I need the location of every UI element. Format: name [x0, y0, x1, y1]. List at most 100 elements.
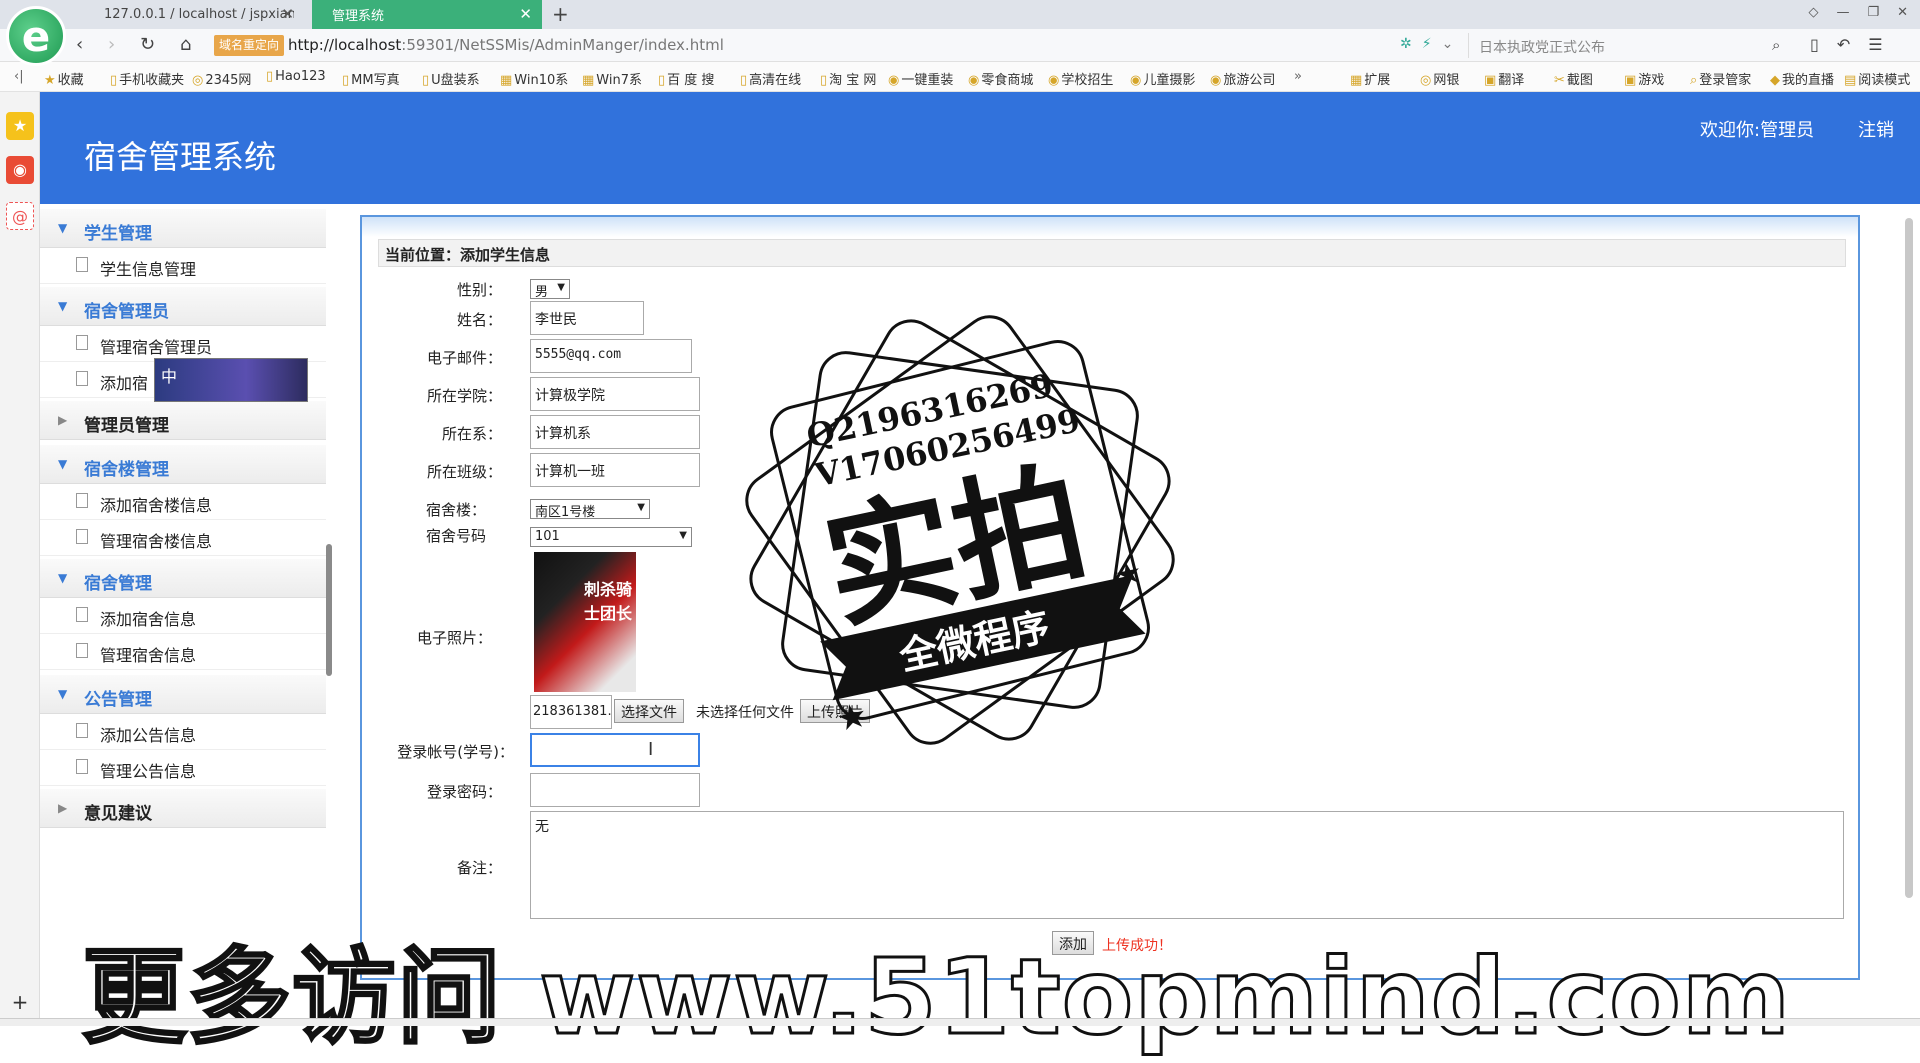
sidebar-group-student[interactable]: ▼ 学生管理	[40, 208, 326, 248]
sidebar-item-add-building[interactable]: 添加宿舍楼信息	[40, 484, 326, 520]
bookmark-item[interactable]: ▣ 翻译	[1484, 69, 1524, 88]
refresh-icon[interactable]: ↻	[140, 34, 155, 55]
gender-select[interactable]: 男 ▼	[530, 279, 570, 300]
remark-textarea[interactable]: 无	[530, 811, 1844, 919]
welcome-text: 欢迎你:管理员	[1700, 120, 1815, 141]
department-label: 所在系：	[441, 425, 502, 443]
bookmark-item[interactable]: ▦ 扩展	[1350, 69, 1390, 88]
sidebar-scrollbar[interactable]	[326, 544, 332, 676]
add-icon[interactable]: +	[6, 988, 34, 1016]
close-icon[interactable]: ✕	[281, 5, 294, 23]
lightning-icon[interactable]: ⚡	[1422, 36, 1432, 52]
search-input[interactable]: 日本执政党正式公布	[1468, 33, 1792, 58]
room-label: 宿舍号码	[425, 527, 486, 545]
bookmark-item[interactable]: ◉ 学校招生	[1048, 69, 1113, 88]
bookmark-item[interactable]: ✂ 截图	[1554, 69, 1593, 88]
sidebar-item-manage-dorm-admin[interactable]: 管理宿舍管理员	[40, 326, 326, 362]
bookmark-item[interactable]: ▯ 高清在线	[740, 69, 801, 88]
scrollbar-thumb[interactable]	[1905, 218, 1913, 898]
room-select[interactable]: 101 ▼	[530, 527, 692, 547]
bookmark-item[interactable]: ▦ Win10系	[500, 69, 568, 88]
bookmark-item[interactable]: ◉ 旅游公司	[1210, 69, 1275, 88]
skin-icon[interactable]: ◇	[1808, 5, 1818, 20]
account-field[interactable]	[530, 733, 700, 767]
bookmark-item[interactable]: ▤ 阅读模式	[1844, 69, 1910, 88]
security-icon[interactable]: ✲	[1400, 36, 1412, 52]
more-bookmarks-icon[interactable]: »	[1294, 69, 1302, 84]
new-tab-icon[interactable]: +	[552, 2, 569, 26]
bookmark-item[interactable]: ▦ Win7系	[582, 69, 642, 88]
bookmark-item[interactable]: ◎ 2345网	[192, 69, 251, 88]
chevron-down-icon: ▼	[58, 571, 68, 585]
search-icon[interactable]: ⌕	[1772, 36, 1780, 54]
sidebar-group-admin[interactable]: ▶ 管理员管理	[40, 400, 326, 440]
college-field[interactable]: 计算极学院	[530, 377, 700, 411]
sidebar-item-add-notice[interactable]: 添加公告信息	[40, 714, 326, 750]
close-icon[interactable]: ✕	[519, 5, 532, 23]
sidebar-item-label: 添加宿舍楼信息	[100, 496, 213, 515]
collapse-icon[interactable]: ‹|	[14, 69, 24, 84]
bookmark-item[interactable]: ◆ 我的直播	[1770, 69, 1834, 88]
photo-caption: 刺杀骑士团长	[584, 580, 633, 623]
forward-icon[interactable]: ›	[108, 34, 115, 55]
bookmark-item[interactable]: ★ 收藏	[44, 69, 84, 88]
building-select[interactable]: 南区1号楼 ▼	[530, 499, 650, 520]
photo-label: 电子照片：	[416, 629, 492, 647]
sidebar-item-manage-notice[interactable]: 管理公告信息	[40, 750, 326, 786]
star-icon[interactable]: ★	[6, 112, 34, 140]
bookmark-item[interactable]: ▯ MM写真	[342, 69, 400, 88]
sidebar-item-add-dorm[interactable]: 添加宿舍信息	[40, 598, 326, 634]
sidebar-group-building[interactable]: ▼ 宿舍楼管理	[40, 444, 326, 484]
sidebar-group-label: 宿舍楼管理	[84, 460, 169, 480]
sidebar-item-manage-building[interactable]: 管理宿舍楼信息	[40, 520, 326, 556]
logout-link[interactable]: 注销	[1858, 116, 1894, 142]
department-field[interactable]: 计算机系	[530, 415, 700, 449]
bookmark-item[interactable]: ▯ U盘装系	[422, 69, 480, 88]
sidebar-group-feedback[interactable]: ▶ 意见建议	[40, 788, 326, 828]
document-icon	[76, 371, 88, 386]
sidebar-item-manage-dorm[interactable]: 管理宿舍信息	[40, 634, 326, 670]
bookmark-item[interactable]: ◎ 网银	[1420, 69, 1459, 88]
bookmark-item[interactable]: ◉ 一键重装	[888, 69, 953, 88]
redirect-badge[interactable]: 域名重定向	[214, 35, 285, 56]
bookmark-item[interactable]: ▯ 淘 宝 网	[820, 69, 876, 88]
menu-icon[interactable]: ☰	[1868, 35, 1882, 54]
bookmark-item[interactable]: ⌕ 登录管家	[1690, 69, 1751, 88]
sidebar-item-student-info[interactable]: 学生信息管理	[40, 248, 326, 284]
bookmark-item[interactable]: ▣ 游戏	[1624, 69, 1664, 88]
password-label: 登录密码：	[426, 783, 502, 801]
browser-tab-active[interactable]: 管理系统 ✕	[312, 0, 542, 29]
sidebar-item-label: 添加公告信息	[100, 726, 197, 745]
sidebar-group-dorm-admin[interactable]: ▼ 宿舍管理员	[40, 286, 326, 326]
window-controls: ◇ — ❐ ✕	[1808, 5, 1908, 20]
password-field[interactable]	[530, 773, 700, 807]
chevron-down-icon[interactable]: ⌄	[1442, 36, 1454, 52]
sidebar-group-dorm[interactable]: ▼ 宿舍管理	[40, 558, 326, 598]
weibo-icon[interactable]: ◉	[6, 156, 34, 184]
name-field[interactable]: 李世民	[530, 301, 644, 335]
bookmark-item[interactable]: ▯ 手机收藏夹	[110, 69, 184, 88]
document-icon	[76, 529, 88, 544]
close-window-icon[interactable]: ✕	[1897, 5, 1908, 20]
browser-tab[interactable]: 127.0.0.1 / localhost / jspxian ✕	[84, 0, 304, 29]
undo-icon[interactable]: ↶	[1837, 35, 1850, 54]
sidebar-group-notice[interactable]: ▼ 公告管理	[40, 674, 326, 714]
bookmark-item[interactable]: ▯ 百 度 搜	[658, 69, 714, 88]
url-field[interactable]: http://localhost:59301/NetSSMis/AdminMan…	[288, 36, 724, 54]
class-field[interactable]: 计算机一班	[530, 453, 700, 487]
page-scrollbar[interactable]	[1902, 208, 1916, 908]
photo-filename-field[interactable]: 218361381.	[530, 695, 612, 729]
bookmark-item[interactable]: ◉ 零食商城	[968, 69, 1033, 88]
bookmark-icon[interactable]: ▯	[1810, 35, 1819, 54]
email-field[interactable]: 5555@qq.com	[530, 339, 692, 373]
minimize-icon[interactable]: —	[1836, 5, 1849, 20]
mail-icon[interactable]: @	[6, 202, 34, 230]
restore-icon[interactable]: ❐	[1867, 5, 1879, 20]
bookmark-item[interactable]: ▯ Hao123	[266, 69, 326, 84]
college-label: 所在学院：	[426, 387, 502, 405]
browser-logo[interactable]: e	[6, 6, 66, 66]
bookmark-item[interactable]: ◉ 儿童摄影	[1130, 69, 1195, 88]
home-icon[interactable]: ⌂	[180, 34, 191, 55]
back-icon[interactable]: ‹	[76, 34, 83, 55]
choose-file-button[interactable]: 选择文件	[614, 699, 684, 723]
